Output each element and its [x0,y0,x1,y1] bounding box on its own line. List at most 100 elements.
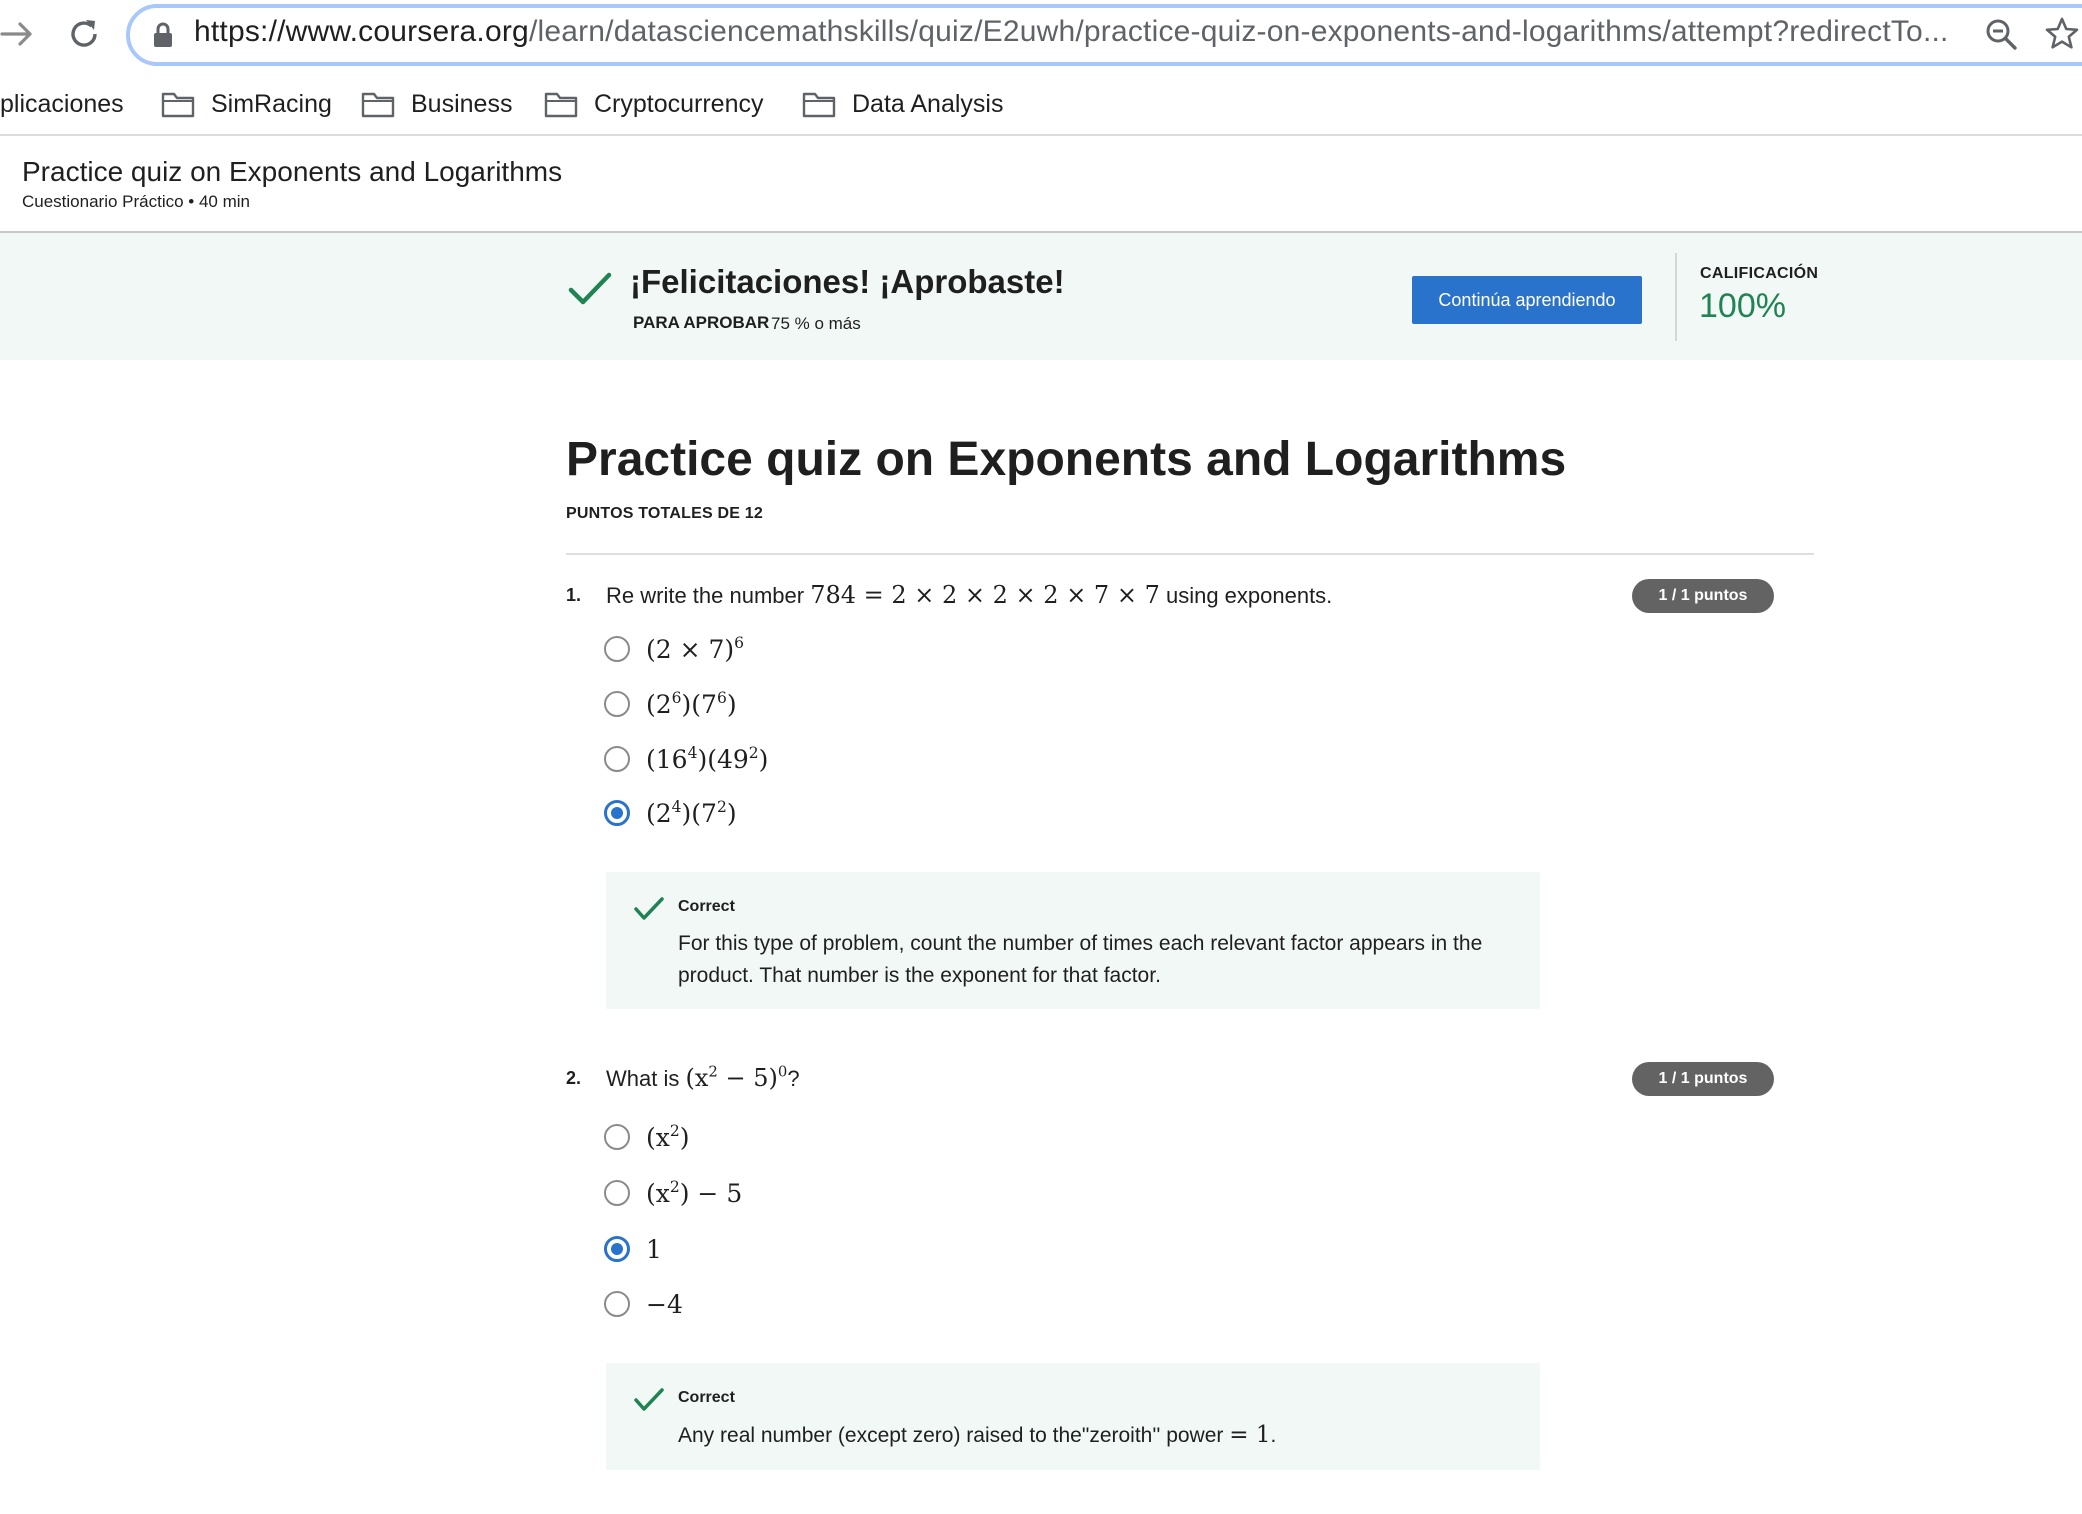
option-end: ) [726,798,737,828]
answer-option-selected[interactable]: (24)(72) [604,796,737,830]
math-exponent: 2 [708,1062,718,1081]
option-exponent: 2 [748,743,759,762]
radio-button[interactable] [604,1124,630,1150]
option-base: (16 [646,744,688,774]
bookmark-business[interactable]: Business [361,84,512,124]
folder-icon [361,92,395,118]
option-base: (x [646,1178,670,1208]
option-label: −4 [646,1289,683,1319]
feedback-title: Correct [678,1389,735,1406]
answer-option[interactable]: (26)(76) [604,687,737,721]
option-base: (2 [646,689,672,719]
radio-button[interactable] [604,691,630,717]
math-part: (x [685,1064,709,1092]
radio-button[interactable] [604,1291,630,1317]
forward-arrow-icon[interactable] [0,14,40,54]
radio-button[interactable] [604,746,630,772]
option-end: ) [758,744,769,774]
bookmark-data-analysis[interactable]: Data Analysis [802,84,1003,124]
option-label: (26)(76) [646,690,737,719]
feedback-text-before: Any real number (except zero) raised to … [678,1424,1230,1447]
pass-message: ¡Felicitaciones! ¡Aprobaste! [630,263,1065,300]
option-middle: )(49 [697,744,749,774]
zoom-icon[interactable] [1984,17,2018,51]
bookmarks-bar: plicaciones SimRacing Business Cryptocur… [0,72,2082,136]
feedback-box: Correct Any real number (except zero) ra… [606,1363,1540,1470]
answer-option-selected[interactable]: 1 [604,1232,662,1266]
option-exponent: 4 [671,797,682,816]
lock-icon[interactable] [152,22,174,48]
option-base: (2 [646,798,672,828]
answer-option[interactable]: (x2) [604,1120,690,1154]
feedback-text-after: . [1270,1424,1277,1447]
answer-option[interactable]: (2 × 7)6 [604,632,744,666]
bookmark-cryptocurrency[interactable]: Cryptocurrency [544,84,764,124]
option-base: (x [646,1122,670,1152]
folder-icon [802,92,836,118]
option-label: (x2) − 5 [646,1179,742,1208]
answer-option[interactable]: (x2) − 5 [604,1176,742,1210]
radio-button[interactable] [604,1180,630,1206]
option-end: ) [679,1122,690,1152]
bookmark-label: Business [411,89,513,118]
question-math: 784 = 2 × 2 × 2 × 2 × 7 × 7 [810,581,1160,609]
option-label: (24)(72) [646,799,737,828]
quiz-title: Practice quiz on Exponents and Logarithm… [566,433,1567,486]
option-middle: )(7 [681,689,717,719]
bookmark-simracing[interactable]: SimRacing [161,84,332,124]
bookmark-star-icon[interactable] [2044,16,2080,52]
question-number: 2. [566,1068,582,1088]
option-exponent: 2 [669,1177,680,1196]
question-points-badge: 1 / 1 puntos [1632,1062,1774,1096]
question-text-before: Re write the number [606,583,811,608]
option-label: (2 × 7)6 [646,635,744,664]
question-text-after: ? [787,1066,800,1091]
pass-threshold-label: PARA APROBAR [633,313,770,332]
option-exponent: 6 [671,688,682,707]
option-exponent: 6 [734,633,745,652]
option-end: ) [726,689,737,719]
answer-option[interactable]: −4 [604,1287,683,1321]
question-math: (x2 − 5)0 [685,1064,787,1092]
url-text[interactable]: https://www.coursera.org/learn/datascien… [194,15,1954,49]
answer-option[interactable]: (164)(492) [604,742,768,776]
checkmark-icon [634,1388,664,1411]
bookmark-label: Data Analysis [852,89,1004,118]
course-item-title: Practice quiz on Exponents and Logarithm… [22,156,563,187]
grade-divider [1675,253,1677,341]
option-exponent: 4 [687,743,698,762]
question-points-badge: 1 / 1 puntos [1632,579,1774,613]
question-text-before: What is [606,1066,686,1091]
option-exponent: 2 [669,1121,680,1140]
reload-icon[interactable] [64,14,104,54]
browser-toolbar: https://www.coursera.org/learn/datascien… [0,0,2082,72]
question-text: What is (x2 − 5)0? [606,1064,800,1092]
checkmark-icon [634,897,664,920]
url-host: https://www.coursera.org [194,15,529,48]
grade-value: 100% [1699,287,1786,325]
option-middle: )(7 [681,798,717,828]
question-text-after: using exponents. [1159,583,1333,608]
bookmark-aplicaciones[interactable]: plicaciones [0,84,124,124]
feedback-title: Correct [678,898,735,915]
bookmark-label: plicaciones [0,89,124,118]
option-label: 1 [646,1234,662,1264]
radio-button-checked[interactable] [604,800,630,826]
continue-learning-button[interactable]: Continúa aprendiendo [1412,276,1642,324]
math-exponent: 0 [777,1062,788,1081]
course-header: Practice quiz on Exponents and Logarithm… [0,138,2082,233]
feedback-math: = 1 [1229,1422,1271,1448]
grade-label: CALIFICACIÓN [1700,265,1819,282]
option-exponent: 6 [716,688,727,707]
question-number: 1. [566,585,582,605]
url-path: /learn/datasciencemathskills/quiz/E2uwh/… [528,15,1949,48]
feedback-text: Any real number (except zero) raised to … [678,1419,1518,1452]
math-part: − 5) [717,1064,778,1092]
radio-button[interactable] [604,636,630,662]
option-label: (164)(492) [646,745,768,774]
folder-icon [161,92,195,118]
quiz-total-points: PUNTOS TOTALES DE 12 [566,505,763,522]
pass-threshold-value: 75 % o más [771,314,861,333]
radio-button-checked[interactable] [604,1236,630,1262]
divider [566,553,1814,555]
